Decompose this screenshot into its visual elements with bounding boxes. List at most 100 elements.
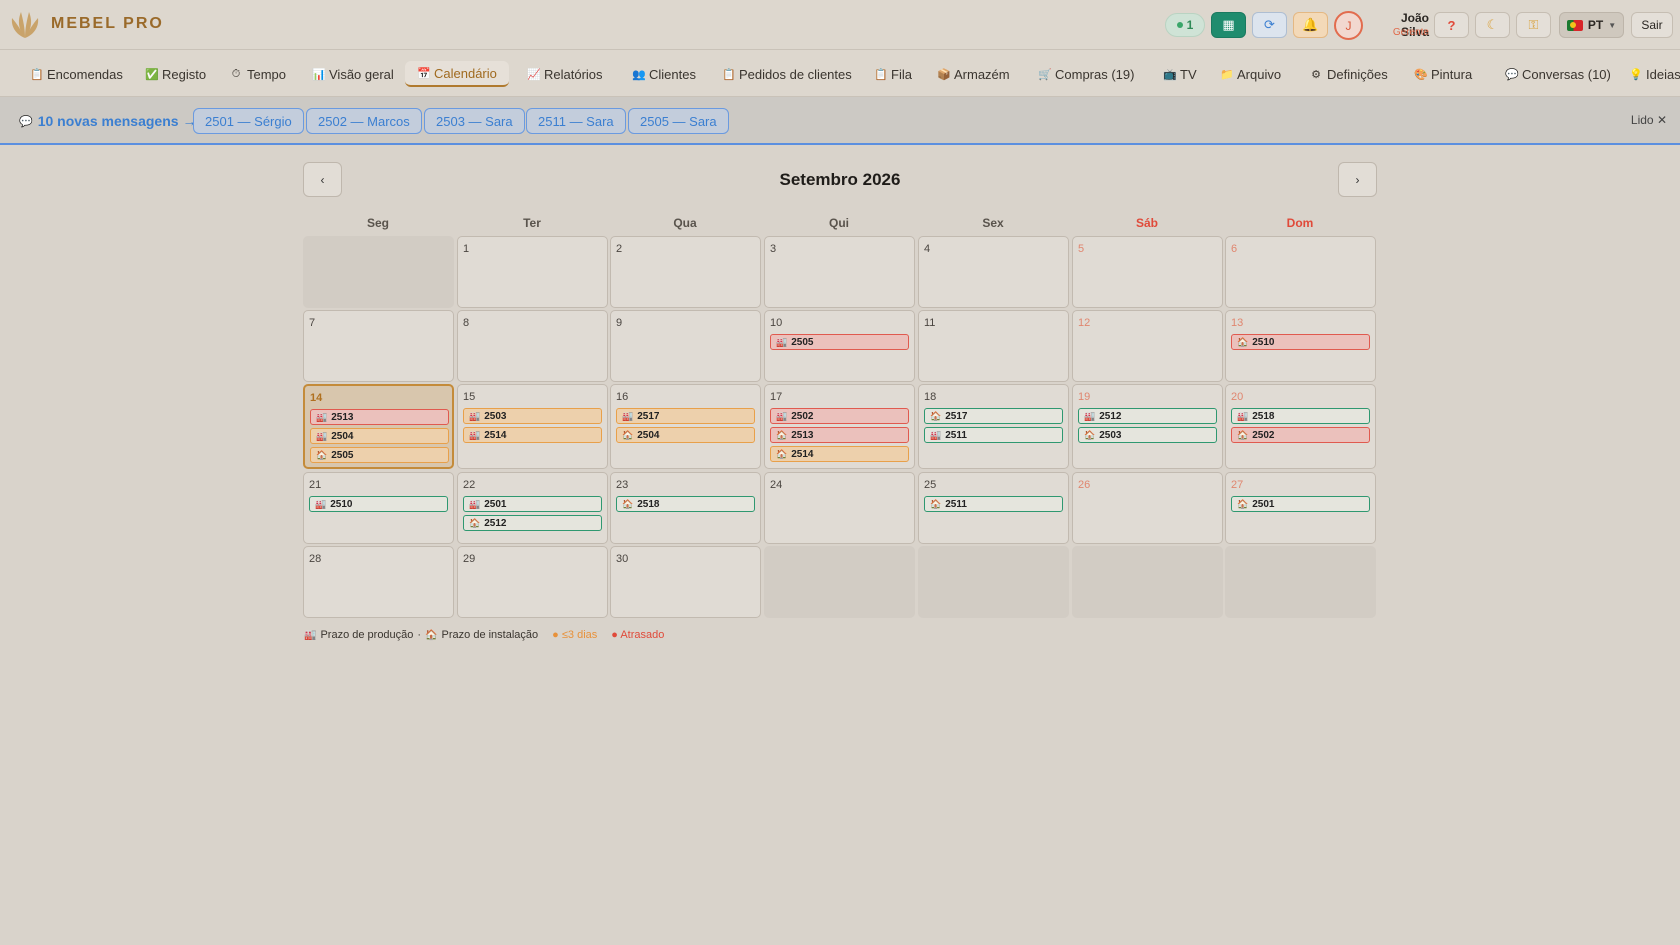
calendar-day-cell[interactable]: 12 <box>1072 310 1223 382</box>
nav-tab-encomendas[interactable]: 📋 Encomendas <box>18 61 135 87</box>
avatar[interactable]: J <box>1334 11 1363 40</box>
mark-read-button[interactable]: Lido ✕ <box>1631 113 1667 127</box>
calendar-event[interactable]: 🏭 2514 <box>463 427 602 443</box>
nav-tab-armazém[interactable]: 📦 Armazém <box>925 61 1022 87</box>
tv-mode-button[interactable]: ▦ <box>1211 12 1246 38</box>
calendar-event[interactable]: 🏭 2510 <box>309 496 448 512</box>
calendar-day-cell[interactable]: 4 <box>918 236 1069 308</box>
message-chip[interactable]: 2502 — Marcos <box>306 108 422 134</box>
event-order-id: 2503 <box>484 410 507 422</box>
help-button[interactable]: ? <box>1434 12 1469 38</box>
calendar-day-cell[interactable]: 25 🏠 2511 <box>918 472 1069 544</box>
calendar-event[interactable]: 🏭 2513 <box>310 409 449 425</box>
nav-tab-pedidos-de-clientes[interactable]: 📋 Pedidos de clientes <box>710 61 864 87</box>
nav-tab-compras-19[interactable]: 🛒 Compras (19) <box>1026 61 1146 87</box>
calendar-day-cell[interactable]: 24 <box>764 472 915 544</box>
brand-logo[interactable]: MEBEL PRO <box>9 8 164 40</box>
nav-tab-registo[interactable]: ✅ Registo <box>133 61 218 87</box>
calendar-day-cell[interactable]: 11 <box>918 310 1069 382</box>
event-order-id: 2505 <box>331 449 354 461</box>
day-number: 26 <box>1078 479 1091 491</box>
notifications-button[interactable]: 🔔 <box>1293 12 1328 38</box>
nav-tab-calendário[interactable]: 📅 Calendário <box>405 61 509 87</box>
nav-tab-arquivo[interactable]: 📁 Arquivo <box>1208 61 1293 87</box>
calendar-day-cell[interactable]: 16 🏭 2517 🏠 2504 <box>610 384 761 469</box>
nav-tab-relatórios[interactable]: 📈 Relatórios <box>515 61 615 87</box>
nav-tab-pintura[interactable]: 🎨 Pintura <box>1402 61 1484 87</box>
language-select[interactable]: PT ▼ <box>1559 12 1624 38</box>
calendar-event[interactable]: 🏠 2513 <box>770 427 909 443</box>
calendar-event[interactable]: 🏠 2514 <box>770 446 909 462</box>
calendar-day-cell[interactable]: 23 🏠 2518 <box>610 472 761 544</box>
calendar-day-cell[interactable]: 30 <box>610 546 761 618</box>
calendar-day-cell[interactable]: 9 <box>610 310 761 382</box>
day-number: 15 <box>463 391 476 403</box>
nav-tab-conversas-10[interactable]: 💬 Conversas (10) <box>1493 61 1623 87</box>
nav-tab-visão-geral[interactable]: 📊 Visão geral <box>300 61 406 87</box>
calendar-event[interactable]: 🏠 2518 <box>616 496 755 512</box>
nav-tab-tempo[interactable]: ⏱ Tempo <box>218 61 298 87</box>
calendar-day-cell[interactable]: 20 🏭 2518 🏠 2502 <box>1225 384 1376 469</box>
calendar-day-cell[interactable]: 15 🏭 2503 🏭 2514 <box>457 384 608 469</box>
calendar-event[interactable]: 🏠 2510 <box>1231 334 1370 350</box>
calendar-day-cell[interactable]: 7 <box>303 310 454 382</box>
calendar-event[interactable]: 🏭 2505 <box>770 334 909 350</box>
message-chip[interactable]: 2503 — Sara <box>424 108 525 134</box>
calendar-event[interactable]: 🏠 2512 <box>463 515 602 531</box>
message-chip[interactable]: 2511 — Sara <box>526 108 626 134</box>
calendar-day-cell[interactable]: 3 <box>764 236 915 308</box>
nav-tab-definições[interactable]: ⚙ Definições <box>1298 61 1400 87</box>
online-users-badge[interactable]: 1 <box>1165 13 1205 37</box>
house-icon: 🏠 <box>930 410 942 421</box>
calendar-event[interactable]: 🏠 2511 <box>924 496 1063 512</box>
nav-tab-tv[interactable]: 📺 TV <box>1151 61 1209 87</box>
calendar-day-cell[interactable]: 28 <box>303 546 454 618</box>
refresh-button[interactable]: ⟳ <box>1252 12 1287 38</box>
calendar-event[interactable]: 🏭 2512 <box>1078 408 1217 424</box>
calendar-event[interactable]: 🏠 2504 <box>616 427 755 443</box>
calendar-event[interactable]: 🏭 2504 <box>310 428 449 444</box>
factory-icon: 🏭 <box>1084 410 1096 421</box>
logout-button[interactable]: Sair <box>1631 12 1673 38</box>
calendar-day-cell[interactable]: 14 🏭 2513 🏭 2504 🏠 2505 <box>303 384 454 469</box>
calendar-day-cell[interactable]: 2 <box>610 236 761 308</box>
calendar-day-cell[interactable]: 5 <box>1072 236 1223 308</box>
calendar-day-cell[interactable]: 19 🏭 2512 🏠 2503 <box>1072 384 1223 469</box>
calendar-event[interactable]: 🏭 2503 <box>463 408 602 424</box>
calendar-day-cell[interactable]: 6 <box>1225 236 1376 308</box>
calendar-event[interactable]: 🏭 2518 <box>1231 408 1370 424</box>
calendar-day-cell[interactable]: 21 🏭 2510 <box>303 472 454 544</box>
prev-month-button[interactable]: ‹ <box>303 162 342 197</box>
message-chip[interactable]: 2505 — Sara <box>628 108 729 134</box>
calendar-event[interactable]: 🏭 2501 <box>463 496 602 512</box>
calendar-day-cell[interactable]: 29 <box>457 546 608 618</box>
nav-tab-clientes[interactable]: 👥 Clientes <box>620 61 708 87</box>
chat-icon: 💬 <box>19 115 33 128</box>
nav-tab-fila[interactable]: 📋 Fila <box>862 61 924 87</box>
calendar-day-cell[interactable]: 13 🏠 2510 <box>1225 310 1376 382</box>
calendar-day-cell[interactable]: 8 <box>457 310 608 382</box>
calendar-event[interactable]: 🏠 2501 <box>1231 496 1370 512</box>
calendar-event[interactable]: 🏭 2502 <box>770 408 909 424</box>
calendar-day-cell[interactable]: 18 🏠 2517 🏭 2511 <box>918 384 1069 469</box>
next-month-button[interactable]: › <box>1338 162 1377 197</box>
new-messages-link[interactable]: 💬 10 novas mensagens → <box>19 113 196 129</box>
event-order-id: 2502 <box>791 410 814 422</box>
calendar-day-cell[interactable]: 17 🏭 2502 🏠 2513 🏠 2514 <box>764 384 915 469</box>
calendar-event[interactable]: 🏠 2502 <box>1231 427 1370 443</box>
calendar-day-cell[interactable]: 10 🏭 2505 <box>764 310 915 382</box>
calendar-event[interactable]: 🏭 2517 <box>616 408 755 424</box>
calendar-day-cell[interactable]: 1 <box>457 236 608 308</box>
calendar-event[interactable]: 🏭 2511 <box>924 427 1063 443</box>
calendar-event[interactable]: 🏠 2505 <box>310 447 449 463</box>
calendar-day-cell[interactable]: 26 <box>1072 472 1223 544</box>
day-number: 29 <box>463 553 476 565</box>
nav-tab-ideias[interactable]: 💡 Ideias <box>1617 61 1680 87</box>
calendar-event[interactable]: 🏠 2517 <box>924 408 1063 424</box>
message-chip[interactable]: 2501 — Sérgio <box>193 108 304 134</box>
calendar-day-cell[interactable]: 27 🏠 2501 <box>1225 472 1376 544</box>
calendar-day-cell[interactable]: 22 🏭 2501 🏠 2512 <box>457 472 608 544</box>
calendar-event[interactable]: 🏠 2503 <box>1078 427 1217 443</box>
theme-toggle-button[interactable]: ☾ <box>1475 12 1510 38</box>
key-button[interactable]: ⚿ <box>1516 12 1551 38</box>
